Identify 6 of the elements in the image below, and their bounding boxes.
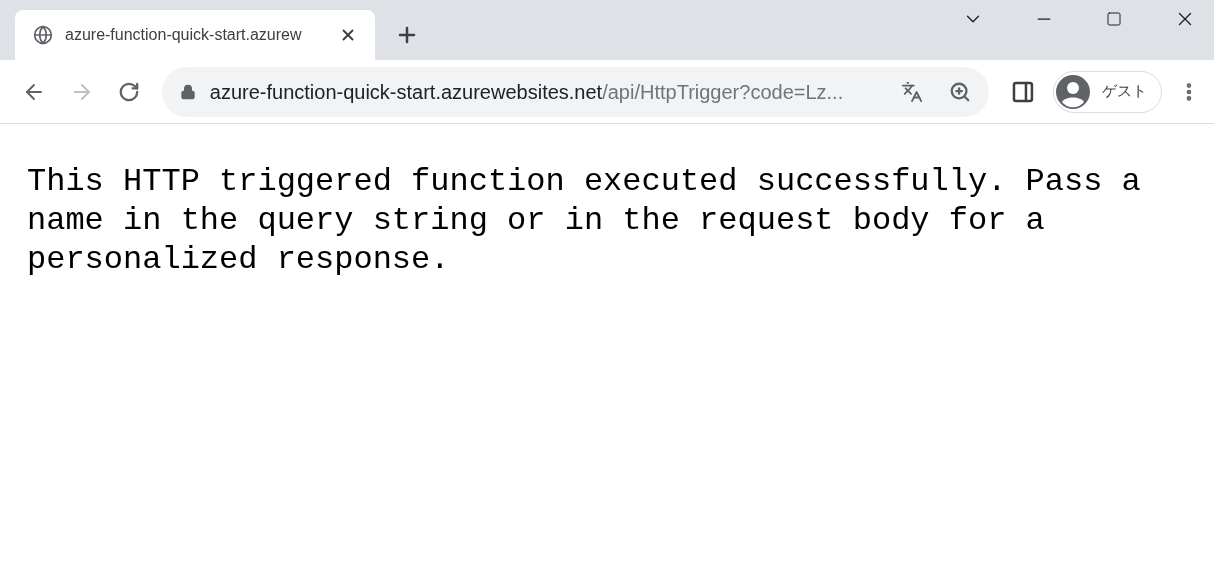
url-text: azure-function-quick-start.azurewebsites.net/api/HttpTrigger?code=Lz... (209, 79, 844, 105)
profile-label: ゲスト (1102, 81, 1148, 102)
response-text: This HTTP triggered function executed successfully. Pass a name in the query string or in the request body for a personalized response. (27, 162, 1142, 279)
address-bar[interactable]: azure-function-quick-start.azurewebsites.net/api/HttpTrigger?code=Lz... (161, 66, 990, 117)
browser-tab[interactable]: azure-function-quick-start.azurew (15, 10, 375, 60)
tab-title: azure-function-quick-start.azurew (65, 25, 302, 45)
